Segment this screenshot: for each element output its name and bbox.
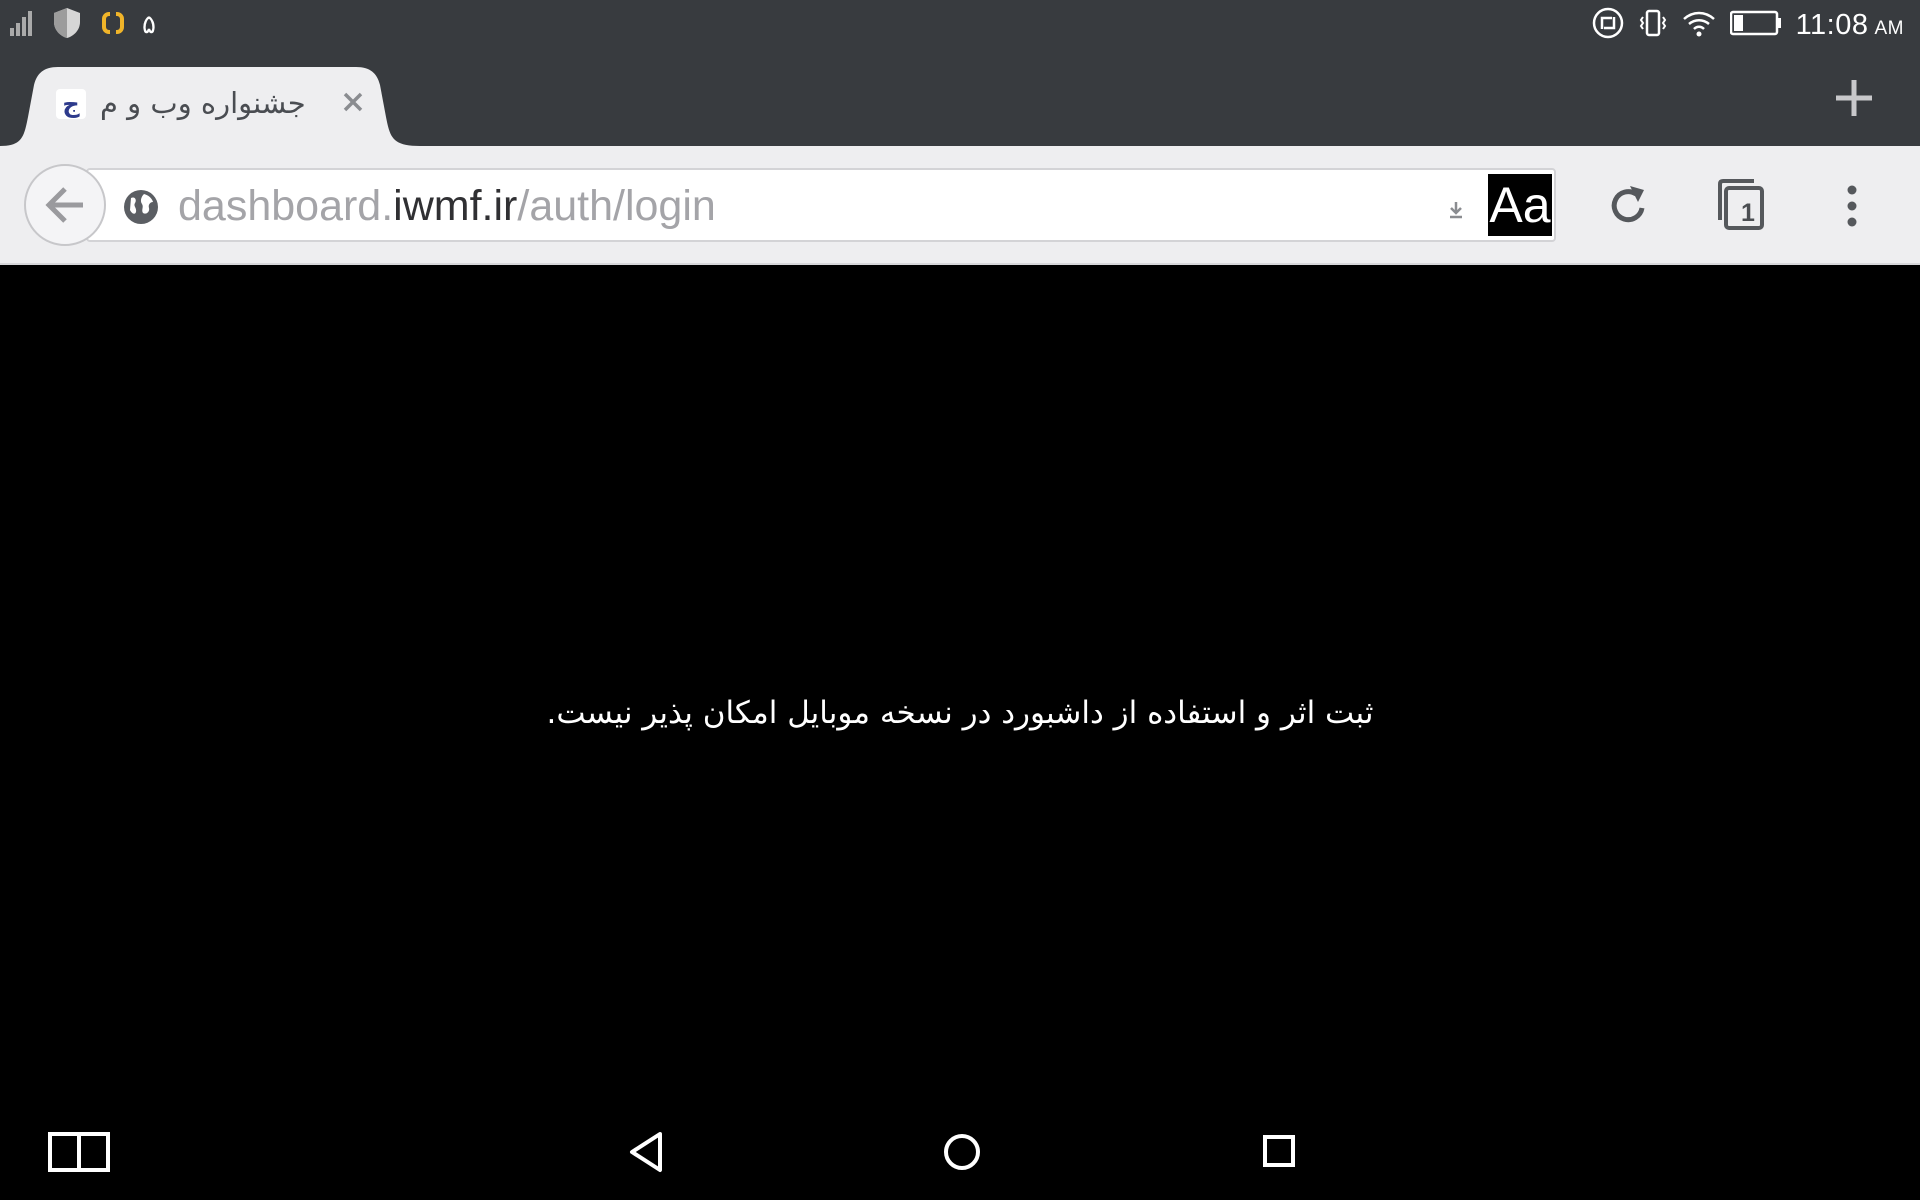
- favicon-letter: ج: [62, 90, 80, 118]
- globe-icon: [124, 190, 158, 224]
- new-tab-button[interactable]: [1830, 74, 1878, 122]
- page-content: ثبت اثر و استفاده از داشبورد در نسخه موب…: [0, 265, 1920, 1100]
- clock-ampm: AM: [1874, 17, 1904, 39]
- tab-count: 1: [1741, 199, 1755, 227]
- back-arrow-icon: [45, 187, 83, 223]
- sync-app-icon: [100, 10, 126, 40]
- back-button[interactable]: [24, 164, 106, 246]
- tab-favicon: ج: [56, 89, 86, 119]
- clock-time: 11:08: [1795, 8, 1869, 41]
- url-host: iwmf.ir: [393, 182, 518, 230]
- browser-toolbar: dashboard.iwmf.ir/auth/login Aa 1: [0, 146, 1920, 265]
- url-subdomain: dashboard.: [178, 182, 394, 230]
- download-icon[interactable]: [1444, 198, 1468, 222]
- split-screen-icon[interactable]: [48, 1132, 110, 1172]
- recent-apps-icon[interactable]: [1262, 1134, 1296, 1168]
- browser-tab[interactable]: ج جشنواره وب و م: [0, 67, 420, 146]
- status-bar-right: 11:08 AM: [1592, 7, 1904, 43]
- vibrate-icon: [1638, 8, 1668, 42]
- reload-icon[interactable]: [1604, 182, 1652, 230]
- battery-icon: [1729, 10, 1782, 40]
- tab-strip: ج جشنواره وب و م: [0, 50, 1920, 146]
- navigation-bar: [0, 1100, 1920, 1200]
- close-icon[interactable]: [336, 85, 370, 119]
- tab-title: جشنواره وب و م: [100, 86, 306, 120]
- mobile-unsupported-message: ثبت اثر و استفاده از داشبورد در نسخه موب…: [546, 695, 1374, 731]
- signal-icon: [10, 10, 34, 40]
- plus-icon: [1836, 80, 1872, 116]
- home-icon[interactable]: [942, 1132, 982, 1172]
- notification-count: ۵: [142, 10, 156, 40]
- nav-back-icon[interactable]: [626, 1130, 666, 1174]
- wifi-icon: [1682, 9, 1716, 41]
- url-path: /auth/login: [517, 182, 716, 230]
- status-bar: ۵ 11:08 AM: [0, 0, 1920, 50]
- url-text[interactable]: dashboard.iwmf.ir/auth/login: [178, 180, 716, 232]
- shield-icon: [50, 6, 84, 44]
- nfc-icon: [1592, 7, 1624, 43]
- reader-mode-button[interactable]: Aa: [1488, 174, 1552, 236]
- status-bar-left: ۵: [10, 8, 156, 42]
- clock: 11:08 AM: [1796, 9, 1904, 42]
- overflow-menu-icon[interactable]: [1834, 182, 1870, 230]
